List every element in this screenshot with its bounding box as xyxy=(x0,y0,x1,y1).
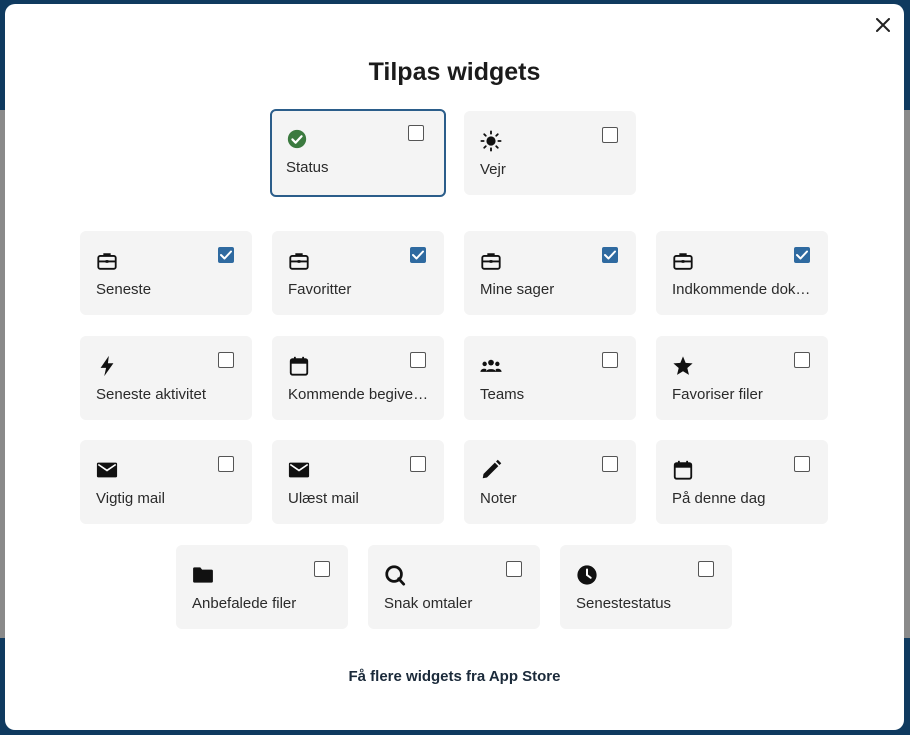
widget-tile-snak-omtaler[interactable]: Snak omtaler xyxy=(368,545,540,629)
widget-label: Kommende begive… xyxy=(288,386,429,403)
widget-tile-senestestatus[interactable]: Senestestatus xyxy=(560,545,732,629)
briefcase-icon xyxy=(672,250,694,272)
widget-label: Mine sager xyxy=(480,281,555,298)
pencil-icon xyxy=(480,459,502,481)
widget-label: Seneste xyxy=(96,281,152,298)
mail-icon xyxy=(288,459,310,481)
widget-checkbox[interactable] xyxy=(602,247,618,263)
widget-label: Status xyxy=(286,159,329,176)
briefcase-icon xyxy=(288,250,310,272)
widget-checkbox[interactable] xyxy=(314,561,330,577)
clock-icon xyxy=(576,564,598,586)
checkmark-icon xyxy=(220,250,232,260)
widget-label: Senestestatus xyxy=(576,595,672,612)
widget-checkbox[interactable] xyxy=(408,125,424,141)
folder-icon xyxy=(192,564,214,586)
check-circle-icon xyxy=(286,128,308,150)
widget-checkbox[interactable] xyxy=(794,352,810,368)
briefcase-icon xyxy=(96,250,118,272)
widget-label: På denne dag xyxy=(672,490,766,507)
widget-checkbox[interactable] xyxy=(218,456,234,472)
checkmark-icon xyxy=(412,250,424,260)
widget-checkbox[interactable] xyxy=(506,561,522,577)
widget-checkbox[interactable] xyxy=(602,352,618,368)
widget-tile-anbefalede-filer[interactable]: Anbefalede filer xyxy=(176,545,348,629)
widget-tile-kommende-begive[interactable]: Kommende begive… xyxy=(272,336,444,420)
widget-checkbox[interactable] xyxy=(218,247,234,263)
calendar-icon xyxy=(288,355,310,377)
mail-icon xyxy=(96,459,118,481)
briefcase-icon xyxy=(480,250,502,272)
star-icon xyxy=(672,355,694,377)
widget-label: Snak omtaler xyxy=(384,595,473,612)
widget-checkbox[interactable] xyxy=(410,456,426,472)
widget-checkbox[interactable] xyxy=(602,127,618,143)
widget-tile-på-denne-dag[interactable]: På denne dag xyxy=(656,440,828,524)
sun-icon xyxy=(480,130,502,152)
chat-mention-icon xyxy=(384,564,406,586)
widget-tile-teams[interactable]: Teams xyxy=(464,336,636,420)
dialog-title: Tilpas widgets xyxy=(368,58,541,86)
widget-tile-seneste[interactable]: Seneste xyxy=(80,231,252,315)
widget-checkbox[interactable] xyxy=(410,247,426,263)
widget-tile-status[interactable]: Status xyxy=(270,109,446,197)
widget-tile-favoritter[interactable]: Favoritter xyxy=(272,231,444,315)
widget-label: Favoritter xyxy=(288,281,352,298)
widget-label: Favoriser filer xyxy=(672,386,763,403)
widget-label: Vejr xyxy=(480,161,506,178)
calendar-icon xyxy=(672,459,694,481)
people-icon xyxy=(480,355,502,377)
widget-label: Ulæst mail xyxy=(288,490,359,507)
widget-tile-vigtig-mail[interactable]: Vigtig mail xyxy=(80,440,252,524)
widget-checkbox[interactable] xyxy=(794,456,810,472)
widget-checkbox[interactable] xyxy=(602,456,618,472)
customize-widgets-dialog: Tilpas widgets Status Vejr Seneste Favoritt… xyxy=(5,4,904,730)
widget-label: Seneste aktivitet xyxy=(96,386,207,403)
close-button[interactable] xyxy=(871,13,895,37)
checkmark-icon xyxy=(604,250,616,260)
widget-checkbox[interactable] xyxy=(410,352,426,368)
widget-label: Teams xyxy=(480,386,525,403)
widget-tile-seneste-aktivitet[interactable]: Seneste aktivitet xyxy=(80,336,252,420)
widget-label: Vigtig mail xyxy=(96,490,165,507)
close-icon xyxy=(876,18,890,32)
widget-tile-vejr[interactable]: Vejr xyxy=(464,111,636,195)
widget-checkbox[interactable] xyxy=(698,561,714,577)
widget-label: Noter xyxy=(480,490,517,507)
app-store-link[interactable]: Få flere widgets fra App Store xyxy=(5,668,904,685)
widget-tile-noter[interactable]: Noter xyxy=(464,440,636,524)
widget-label: Anbefalede filer xyxy=(192,595,297,612)
widget-tile-mine-sager[interactable]: Mine sager xyxy=(464,231,636,315)
lightning-icon xyxy=(96,355,118,377)
widget-checkbox[interactable] xyxy=(794,247,810,263)
widget-tile-indkommende-dok[interactable]: Indkommende dok… xyxy=(656,231,828,315)
widget-tile-favoriser-filer[interactable]: Favoriser filer xyxy=(656,336,828,420)
widget-checkbox[interactable] xyxy=(218,352,234,368)
widget-label: Indkommende dok… xyxy=(672,281,811,298)
widget-tile-ulæst-mail[interactable]: Ulæst mail xyxy=(272,440,444,524)
checkmark-icon xyxy=(796,250,808,260)
